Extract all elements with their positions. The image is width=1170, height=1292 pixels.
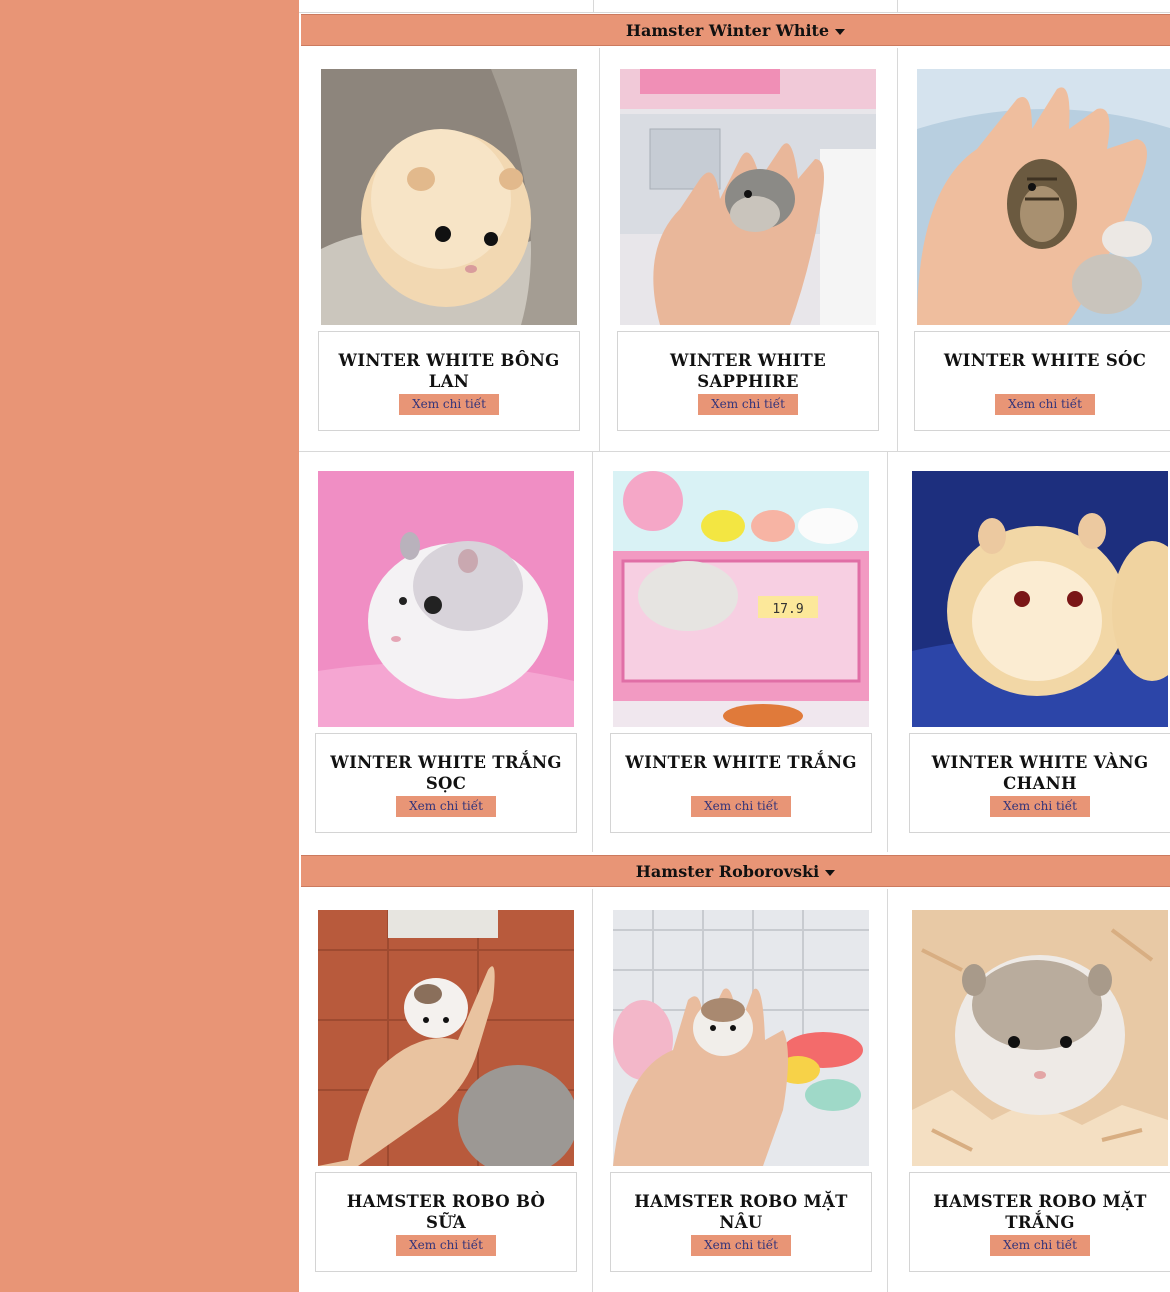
- product-image[interactable]: [620, 69, 876, 325]
- product-image[interactable]: [318, 471, 574, 727]
- view-details-button[interactable]: Xem chi tiết: [399, 394, 499, 415]
- product-info: WINTER WHITE TRẮNG Xem chi tiết: [610, 733, 872, 833]
- view-details-button[interactable]: Xem chi tiết: [691, 1235, 791, 1256]
- product-image[interactable]: [912, 471, 1168, 727]
- product-name[interactable]: WINTER WHITE TRẮNG SỌC: [326, 752, 566, 794]
- left-sidebar: [0, 0, 299, 1292]
- previous-row-bottom: [299, 0, 1170, 13]
- product-name[interactable]: WINTER WHITE SAPPHIRE: [628, 350, 868, 392]
- caret-down-icon: [825, 870, 836, 876]
- product-name[interactable]: WINTER WHITE VÀNG CHANH: [920, 752, 1160, 794]
- product-image[interactable]: [613, 910, 869, 1166]
- view-details-button[interactable]: Xem chi tiết: [995, 394, 1095, 415]
- section-title: Hamster Roborovski: [635, 861, 820, 881]
- product-info: HAMSTER ROBO BÒ SỮA Xem chi tiết: [315, 1172, 577, 1272]
- section-header-roborovski[interactable]: Hamster Roborovski: [301, 855, 1170, 887]
- product-image[interactable]: [917, 69, 1170, 325]
- product-info: WINTER WHITE BÔNG LAN Xem chi tiết: [318, 331, 580, 431]
- product-info: WINTER WHITE TRẮNG SỌC Xem chi tiết: [315, 733, 577, 833]
- product-info: HAMSTER ROBO MẶT NÂU Xem chi tiết: [610, 1172, 872, 1272]
- caret-down-icon: [835, 29, 846, 35]
- section-header-winter-white[interactable]: Hamster Winter White: [301, 14, 1170, 46]
- view-details-button[interactable]: Xem chi tiết: [698, 394, 798, 415]
- product-image[interactable]: [318, 910, 574, 1166]
- product-info: HAMSTER ROBO MẶT TRẮNG Xem chi tiết: [909, 1172, 1170, 1272]
- product-info: WINTER WHITE SAPPHIRE Xem chi tiết: [617, 331, 879, 431]
- view-details-button[interactable]: Xem chi tiết: [396, 796, 496, 817]
- product-name[interactable]: HAMSTER ROBO MẶT TRẮNG: [920, 1191, 1160, 1233]
- view-details-button[interactable]: Xem chi tiết: [691, 796, 791, 817]
- svg-text:17.9: 17.9: [772, 602, 803, 617]
- product-name[interactable]: WINTER WHITE BÔNG LAN: [329, 350, 569, 392]
- product-name[interactable]: WINTER WHITE TRẮNG: [621, 752, 861, 773]
- product-name[interactable]: HAMSTER ROBO BÒ SỮA: [326, 1191, 566, 1233]
- product-catalog: Hamster Winter White WINTER WHITE BÔNG L…: [299, 0, 1170, 1292]
- view-details-button[interactable]: Xem chi tiết: [990, 796, 1090, 817]
- section-title: Hamster Winter White: [625, 20, 830, 40]
- product-image[interactable]: 17.9: [613, 471, 869, 727]
- view-details-button[interactable]: Xem chi tiết: [990, 1235, 1090, 1256]
- product-image[interactable]: [321, 69, 577, 325]
- view-details-button[interactable]: Xem chi tiết: [396, 1235, 496, 1256]
- product-name[interactable]: HAMSTER ROBO MẶT NÂU: [621, 1191, 861, 1233]
- product-image[interactable]: [912, 910, 1168, 1166]
- product-name[interactable]: WINTER WHITE SÓC: [925, 350, 1165, 371]
- product-info: WINTER WHITE VÀNG CHANH Xem chi tiết: [909, 733, 1170, 833]
- product-info: WINTER WHITE SÓC Xem chi tiết: [914, 331, 1170, 431]
